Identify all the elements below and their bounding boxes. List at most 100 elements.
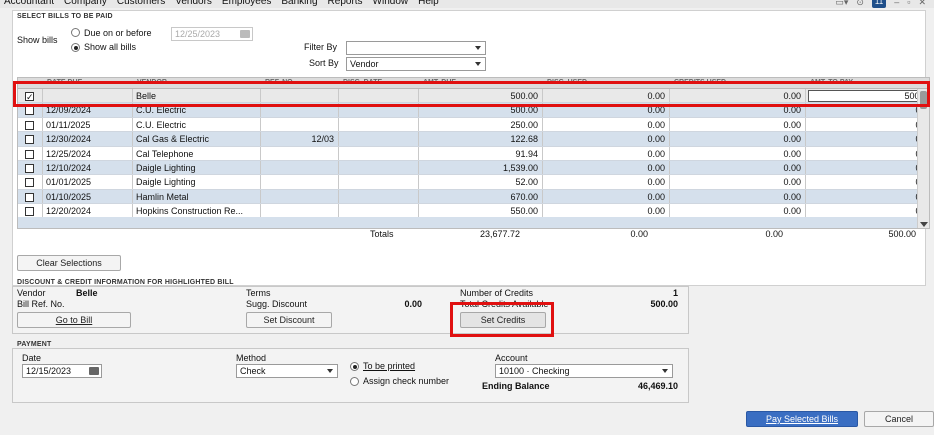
assign-check-radio[interactable] [350, 377, 359, 386]
column-header-6[interactable]: DISC. USED [547, 79, 587, 86]
row-checkbox[interactable] [25, 149, 34, 159]
menu-item-accountant[interactable]: Accountant [4, 0, 54, 7]
column-header-5[interactable]: AMT. DUE [423, 79, 456, 86]
payment-date-field[interactable]: 12/15/2023 [22, 364, 102, 378]
menu-bar: Accountant Company Customers Vendors Employe… [0, 0, 934, 8]
calendar-icon[interactable] [240, 30, 250, 38]
row-checkbox[interactable] [25, 106, 34, 116]
restore-icon[interactable]: ▫ [907, 0, 910, 8]
vendor-label: Vendor [17, 288, 46, 298]
cell-amt-to-pay[interactable]: 500.00 [806, 89, 929, 102]
pay-selected-bills-label: Pay Selected Bills [765, 414, 839, 424]
total-credits-label: Total Credits Available [460, 299, 549, 309]
due-date-value: 12/25/2023 [175, 29, 221, 39]
cancel-button[interactable]: Cancel [864, 411, 934, 427]
clock-icon[interactable]: ⊙ [856, 0, 864, 8]
row-checkbox[interactable] [25, 164, 34, 173]
cell-disc-date [339, 89, 419, 103]
menu-item-help[interactable]: Help [418, 0, 439, 7]
cell-amt-to-pay[interactable]: 0.00 [806, 103, 929, 116]
cell-disc-date [339, 175, 419, 189]
cell-ref [261, 117, 339, 132]
menu-item-customers[interactable]: Customers [117, 0, 165, 7]
calendar-icon[interactable] [89, 367, 99, 375]
vertical-scrollbar[interactable] [917, 89, 929, 228]
cell-credits-used: 0.00 [670, 103, 806, 117]
cell-date: 01/11/2025 [43, 117, 133, 132]
table-row[interactable]: 12/10/2024 Daigle Lighting 1,539.00 0.00 0.0… [18, 161, 929, 176]
cell-date: 12/09/2024 [43, 103, 133, 117]
set-credits-button[interactable]: Set Credits [460, 312, 546, 328]
cell-vendor: Hamlin Metal [133, 189, 261, 204]
cell-disc-used: 0.00 [543, 189, 670, 204]
cell-amt-to-pay[interactable]: 0.00 [806, 147, 929, 160]
row-checkbox[interactable] [25, 120, 34, 130]
chevron-down-icon [327, 369, 333, 373]
row-checkbox[interactable] [25, 90, 34, 102]
column-header-7[interactable]: CREDITS USED [674, 79, 726, 86]
column-header-8[interactable]: AMT. TO PAY [810, 79, 853, 86]
scroll-down-icon[interactable] [920, 222, 928, 227]
cell-date [43, 89, 133, 103]
table-row[interactable]: 12/25/2024Cal Telephone91.940.000.000.00 [18, 146, 929, 161]
menu-items: Accountant Company Customers Vendors Employe… [4, 0, 439, 7]
cell-amt-to-pay[interactable]: 0.00 [806, 161, 929, 174]
ending-balance-label: Ending Balance [482, 381, 550, 391]
cell-ref [261, 161, 339, 175]
row-checkbox[interactable] [25, 135, 34, 145]
menu-item-employees[interactable]: Employees [222, 0, 271, 7]
table-row[interactable]: 01/01/2025Daigle Lighting52.000.000.000.… [18, 175, 929, 190]
menu-item-company[interactable]: Company [64, 0, 107, 7]
chevron-down-icon [475, 62, 481, 66]
cell-amt-to-pay[interactable]: 0.00 [806, 175, 929, 188]
set-discount-button[interactable]: Set Discount [246, 312, 332, 328]
row-checkbox[interactable] [25, 207, 34, 217]
clear-selections-button[interactable]: Clear Selections [17, 255, 121, 271]
to-be-printed-radio[interactable] [350, 362, 359, 371]
cell-amt-to-pay[interactable]: 0.00 [806, 132, 929, 145]
column-header-2[interactable]: VENDOR [137, 79, 167, 86]
column-header-1[interactable]: DATE DUE [47, 79, 82, 86]
menu-item-vendors[interactable]: Vendors [175, 0, 212, 7]
chevron-down-icon [475, 46, 481, 50]
table-row[interactable]: 12/09/2024C.U. Electric500.000.000.000.0… [18, 103, 929, 118]
pay-selected-bills-button[interactable]: Pay Selected Bills [746, 411, 858, 427]
sort-by-select[interactable]: Vendor [346, 57, 486, 71]
row-checkbox[interactable] [25, 192, 34, 202]
table-row[interactable]: 01/10/2025Hamlin Metal670.000.000.000.00 [18, 189, 929, 205]
cell-disc-used: 0.00 [543, 117, 670, 132]
due-on-before-radio[interactable] [71, 28, 80, 37]
menu-item-window[interactable]: Window [373, 0, 409, 7]
cell-disc-date [339, 146, 419, 160]
show-all-bills-label: Show all bills [84, 42, 137, 52]
amt-to-pay-input[interactable]: 500.00 [808, 90, 929, 102]
column-header-4[interactable]: DISC. DATE [343, 79, 382, 86]
scroll-thumb[interactable] [920, 91, 927, 109]
row-checkbox[interactable] [25, 178, 34, 188]
chevron-down-icon [662, 369, 668, 373]
close-icon[interactable]: ✕ [918, 0, 926, 8]
show-all-bills-radio[interactable] [71, 43, 80, 52]
account-select[interactable]: 10100 · Checking [495, 364, 673, 378]
go-to-bill-button[interactable]: Go to Bill [17, 312, 131, 328]
cell-disc-used: 0.00 [543, 175, 670, 189]
window-icon[interactable]: ▭▾ [835, 0, 848, 8]
cell-amt-to-pay[interactable]: 0.00 [806, 204, 929, 217]
table-row[interactable]: 01/11/2025C.U. Electric250.000.000.000.0… [18, 117, 929, 133]
column-header-3[interactable]: REF. NO. [265, 79, 295, 86]
menu-item-banking[interactable]: Banking [281, 0, 317, 7]
cell-disc-date [339, 132, 419, 146]
minimize-icon[interactable]: – [894, 0, 899, 8]
cell-date: 12/30/2024 [43, 132, 133, 146]
cell-amt-to-pay[interactable]: 0.00 [806, 118, 929, 131]
method-select[interactable]: Check [236, 364, 338, 378]
cell-credits-used: 0.00 [670, 146, 806, 160]
menu-item-reports[interactable]: Reports [328, 0, 363, 7]
cell-amt-to-pay[interactable]: 0.00 [806, 190, 929, 203]
filter-by-select[interactable] [346, 41, 486, 55]
row-checkbox-cell [18, 161, 43, 175]
due-date-field[interactable]: 12/25/2023 [171, 27, 253, 41]
table-row[interactable]: Belle500.000.000.00500.00 [18, 89, 929, 104]
table-row[interactable]: 12/30/2024 Cal Gas & Electric 12/03 122.68 0… [18, 132, 929, 147]
notification-badge[interactable]: 11 [871, 0, 887, 8]
